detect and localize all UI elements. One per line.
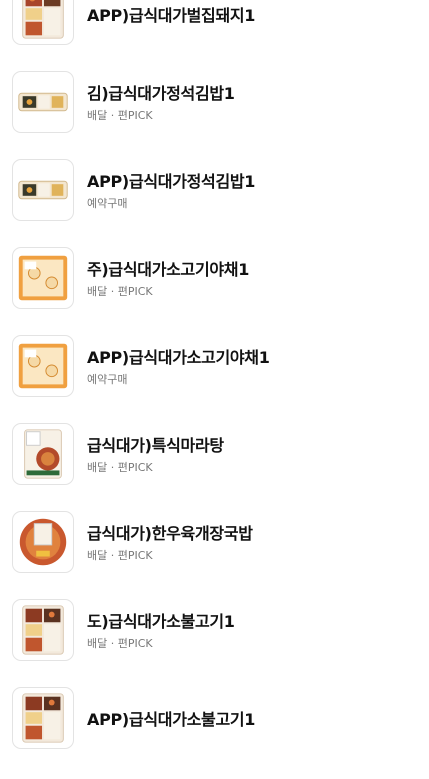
product-item[interactable]: APP)급식대가소고기야채1 예약구매 <box>0 320 429 408</box>
lunchbox-icon <box>12 687 74 749</box>
product-item[interactable]: 주)급식대가소고기야채1 배달 · 편PICK <box>0 232 429 320</box>
product-item[interactable]: APP)급식대가벌집돼지1 <box>0 0 429 56</box>
product-subtitle: 배달 · 편PICK <box>87 549 153 562</box>
product-title: 급식대가)특식마라탕 <box>87 436 224 455</box>
product-subtitle: 배달 · 편PICK <box>87 285 153 298</box>
product-list: APP)급식대가벌집돼지1 김)급식대가정석김밥1 배달 · 편PICK APP… <box>0 0 429 760</box>
gimbap-icon <box>12 71 74 133</box>
rice-ball-icon <box>12 247 74 309</box>
product-title: APP)급식대가벌집돼지1 <box>87 6 256 25</box>
lunchbox-icon <box>12 599 74 661</box>
product-item[interactable]: APP)급식대가소불고기1 <box>0 672 429 760</box>
product-item[interactable]: 도)급식대가소불고기1 배달 · 편PICK <box>0 584 429 672</box>
product-item[interactable]: 급식대가)한우육개장국밥 배달 · 편PICK <box>0 496 429 584</box>
product-subtitle: 예약구매 <box>87 373 128 386</box>
product-subtitle: 배달 · 편PICK <box>87 109 153 122</box>
product-subtitle: 예약구매 <box>87 197 128 210</box>
product-title: 도)급식대가소불고기1 <box>87 612 235 631</box>
product-title: APP)급식대가소불고기1 <box>87 710 256 729</box>
product-item[interactable]: 급식대가)특식마라탕 배달 · 편PICK <box>0 408 429 496</box>
soup-pack-icon <box>12 423 74 485</box>
product-title: 급식대가)한우육개장국밥 <box>87 524 253 543</box>
product-title: APP)급식대가소고기야채1 <box>87 348 270 367</box>
product-item[interactable]: APP)급식대가정석김밥1 예약구매 <box>0 144 429 232</box>
lunchbox-icon <box>12 0 74 45</box>
product-title: 김)급식대가정석김밥1 <box>87 84 235 103</box>
gimbap-icon <box>12 159 74 221</box>
product-title: APP)급식대가정석김밥1 <box>87 172 256 191</box>
rice-ball-icon <box>12 335 74 397</box>
product-subtitle: 배달 · 편PICK <box>87 461 153 474</box>
soup-bowl-icon <box>12 511 74 573</box>
product-title: 주)급식대가소고기야채1 <box>87 260 250 279</box>
product-subtitle: 배달 · 편PICK <box>87 637 153 650</box>
product-item[interactable]: 김)급식대가정석김밥1 배달 · 편PICK <box>0 56 429 144</box>
